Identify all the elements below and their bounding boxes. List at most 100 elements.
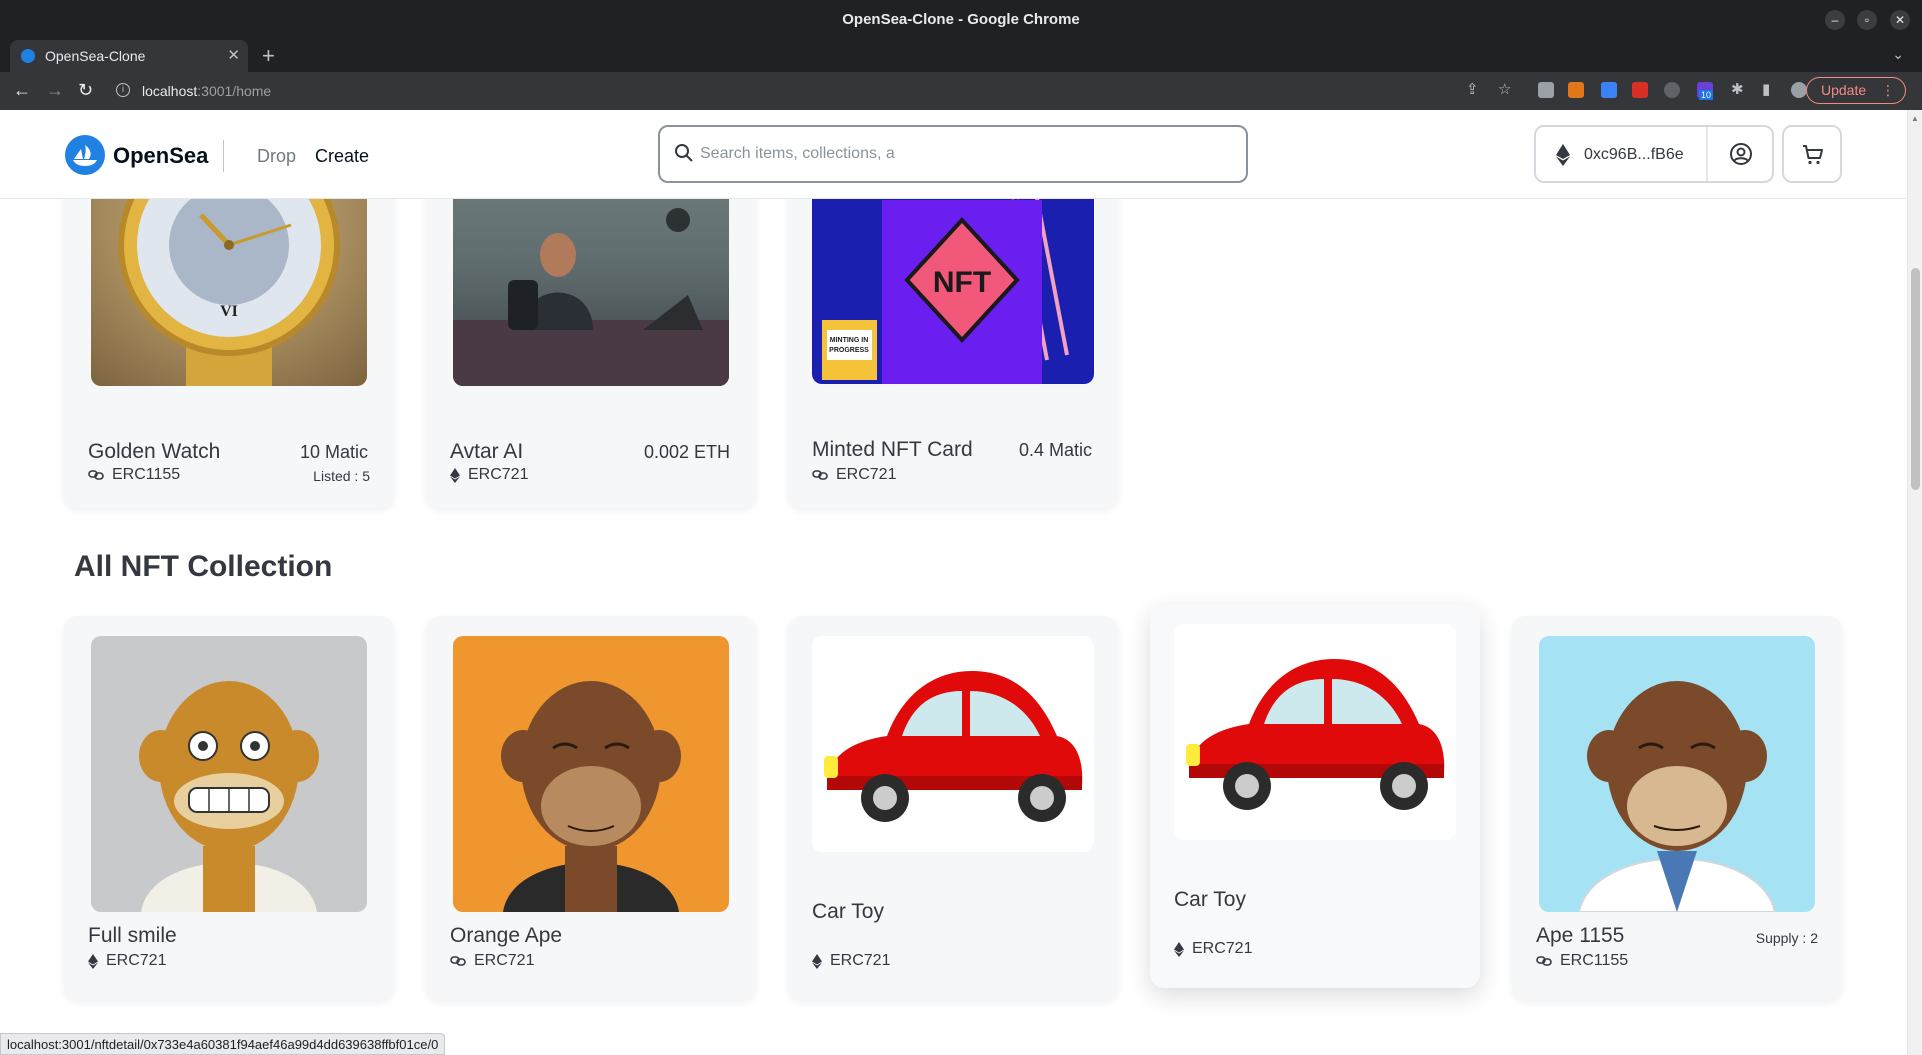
close-window-button[interactable]: ✕ [1890,10,1910,30]
nav-link-drop[interactable]: Drop [257,146,296,167]
page-viewport: OpenSea Drop Create 0xc96B...fB6e [0,110,1922,1055]
opensea-favicon-icon [21,49,35,63]
token-standard: ERC721 [88,952,166,970]
token-standard: ERC1155 [88,466,180,484]
nft-card[interactable]: Ape 1155 Supply : 2 ERC1155 [1512,616,1842,1000]
token-standard-label: ERC721 [830,952,891,969]
browser-toolbar: ← → ↻ i localhost:3001/home ⇪ ☆ 10 ✱ ▮ U… [0,72,1922,110]
nft-image-full-smile[interactable] [91,636,367,912]
tab-close-icon[interactable]: ✕ [227,46,240,64]
nft-name: Car Toy [1174,888,1246,911]
wallet-address: 0xc96B...fB6e [1584,146,1684,163]
eth-icon [812,953,822,969]
url-text: localhost:3001/home [142,83,272,99]
token-standard: ERC1155 [1536,952,1628,970]
nft-image-ape-1155[interactable] [1539,636,1815,912]
account-icon[interactable] [1729,142,1753,166]
scroll-up-arrow-icon[interactable]: ▲ [1911,114,1919,123]
token-standard: ERC721 [450,466,528,484]
search-box[interactable] [658,125,1248,183]
svg-text:MINTING IN: MINTING IN [830,337,869,344]
extension-blue-icon[interactable] [1601,82,1617,98]
minimize-button[interactable]: – [1825,10,1845,30]
nft-price: 0.002 ETH [643,442,730,462]
link-icon [450,956,466,966]
link-icon [88,470,104,480]
nav-divider [223,140,224,172]
nft-image-car-toy[interactable] [1174,624,1456,840]
cart-button[interactable] [1782,125,1842,183]
cart-icon [1803,145,1823,165]
nft-name: Avtar AI [450,440,524,463]
logo-text[interactable]: OpenSea [113,143,208,169]
token-standard-label: ERC1155 [112,466,181,483]
search-icon [675,144,693,162]
bookmark-star-icon[interactable]: ☆ [1498,80,1511,98]
more-menu-icon: ⋮ [1881,82,1895,98]
extensions-puzzle-icon[interactable]: ✱ [1731,80,1744,98]
window-titlebar: OpenSea-Clone - Google Chrome – ▫ ✕ [0,0,1922,40]
ethereum-icon [1556,144,1570,166]
side-panel-icon[interactable]: ▮ [1762,80,1770,98]
token-standard-label: ERC721 [836,466,897,483]
listed-count: Listed : 5 [313,468,370,484]
reload-button[interactable]: ↻ [78,80,93,101]
site-info-icon[interactable]: i [116,83,130,97]
nft-name: Car Toy [812,900,884,923]
token-standard-label: ERC721 [474,952,535,969]
maximize-button[interactable]: ▫ [1857,10,1877,30]
page-scrollbar[interactable]: ▲ [1907,110,1922,1055]
wallet-button[interactable]: 0xc96B...fB6e [1534,125,1774,183]
nft-image-orange-ape[interactable] [453,636,729,912]
link-icon [812,470,828,480]
link-icon [1536,956,1552,966]
token-standard-label: ERC1155 [1560,952,1629,969]
tab-strip: OpenSea-Clone ✕ + ⌄ [0,40,1922,72]
nft-card[interactable]: Orange Ape ERC721 [426,616,756,1000]
extension-diamond-icon[interactable] [1538,82,1554,98]
token-standard: ERC721 [812,952,890,970]
nft-name: Ape 1155 [1536,924,1625,947]
nft-name: Orange Ape [450,924,563,947]
token-standard: ERC721 [450,952,534,970]
nft-name: Full smile [88,924,177,947]
nft-name: Minted NFT Card [812,438,973,461]
opensea-logo-icon[interactable] [65,135,105,175]
link-status-bar: localhost:3001/nftdetail/0x733e4a60381f9… [0,1033,446,1055]
eth-icon [88,953,98,969]
nft-image-car-toy[interactable] [812,636,1094,852]
profile-avatar-icon[interactable] [1791,82,1807,98]
nft-card[interactable]: Car Toy ERC721 [788,616,1118,1000]
extension-target-icon[interactable] [1664,82,1680,98]
nft-price: 10 Matic [299,442,368,462]
share-icon[interactable]: ⇪ [1466,80,1479,98]
browser-tab[interactable]: OpenSea-Clone ✕ [10,40,248,72]
search-input[interactable] [700,139,1200,169]
tab-title: OpenSea-Clone [45,48,146,64]
nft-card[interactable]: Full smile ERC721 [64,616,394,1000]
token-standard: ERC721 [812,466,896,484]
tab-search-chevron-icon[interactable]: ⌄ [1892,46,1904,63]
metamask-fox-icon[interactable] [1568,82,1584,98]
address-bar[interactable]: i localhost:3001/home [108,76,1458,106]
nft-sign-text: NFT [933,266,991,299]
nft-card-hovered[interactable]: Car Toy ERC721 [1150,604,1480,988]
extension-red-icon[interactable] [1632,82,1648,98]
nft-price: 0.4 Matic [1018,440,1092,460]
forward-button[interactable]: → [46,80,64,101]
supply-count: Supply : 2 [1755,930,1818,946]
token-standard-label: ERC721 [106,952,167,969]
window-title: OpenSea-Clone - Google Chrome [842,11,1080,28]
chrome-update-button[interactable]: Update ⋮ [1806,77,1906,104]
extension-badge-icon[interactable]: 10 [1697,82,1714,100]
nav-link-create[interactable]: Create [315,146,369,167]
back-button[interactable]: ← [13,80,31,101]
eth-icon [1174,941,1184,957]
new-tab-button[interactable]: + [262,43,275,69]
nft-name: Golden Watch [88,440,221,463]
scrollbar-thumb[interactable] [1911,268,1920,490]
token-standard-label: ERC721 [1192,940,1253,957]
svg-text:VI: VI [220,303,238,320]
token-standard: ERC721 [1174,940,1252,958]
site-header: OpenSea Drop Create 0xc96B...fB6e [0,110,1906,199]
